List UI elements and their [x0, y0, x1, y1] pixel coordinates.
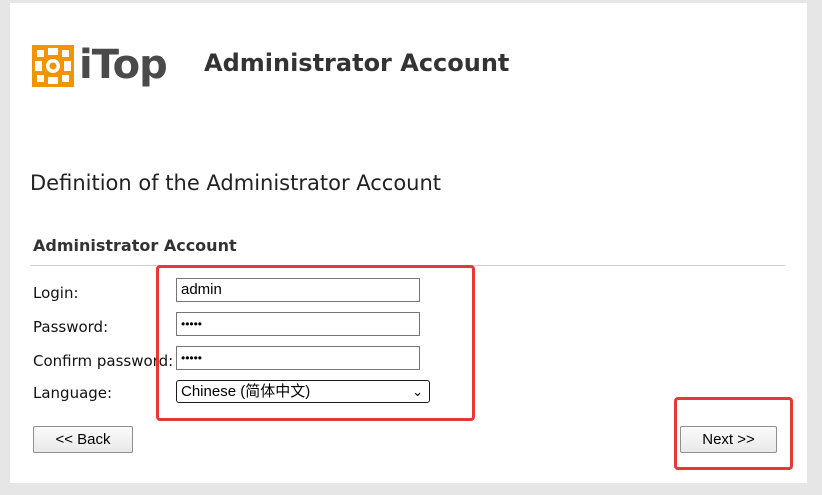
- section-title: Definition of the Administrator Account: [30, 171, 442, 195]
- itop-logo: iTop: [32, 41, 168, 93]
- password-label: Password:: [33, 318, 109, 336]
- page-title: Administrator Account: [204, 49, 510, 77]
- confirm-password-label: Confirm password:: [33, 352, 174, 370]
- highlight-form-box: [156, 265, 475, 421]
- itop-logo-icon: [32, 45, 74, 87]
- back-button[interactable]: << Back: [33, 426, 133, 453]
- fieldset-title: Administrator Account: [33, 236, 237, 255]
- login-label: Login:: [33, 284, 79, 302]
- highlight-next-box: [674, 397, 793, 470]
- language-label: Language:: [33, 384, 113, 402]
- logo-text: iTop: [79, 42, 168, 88]
